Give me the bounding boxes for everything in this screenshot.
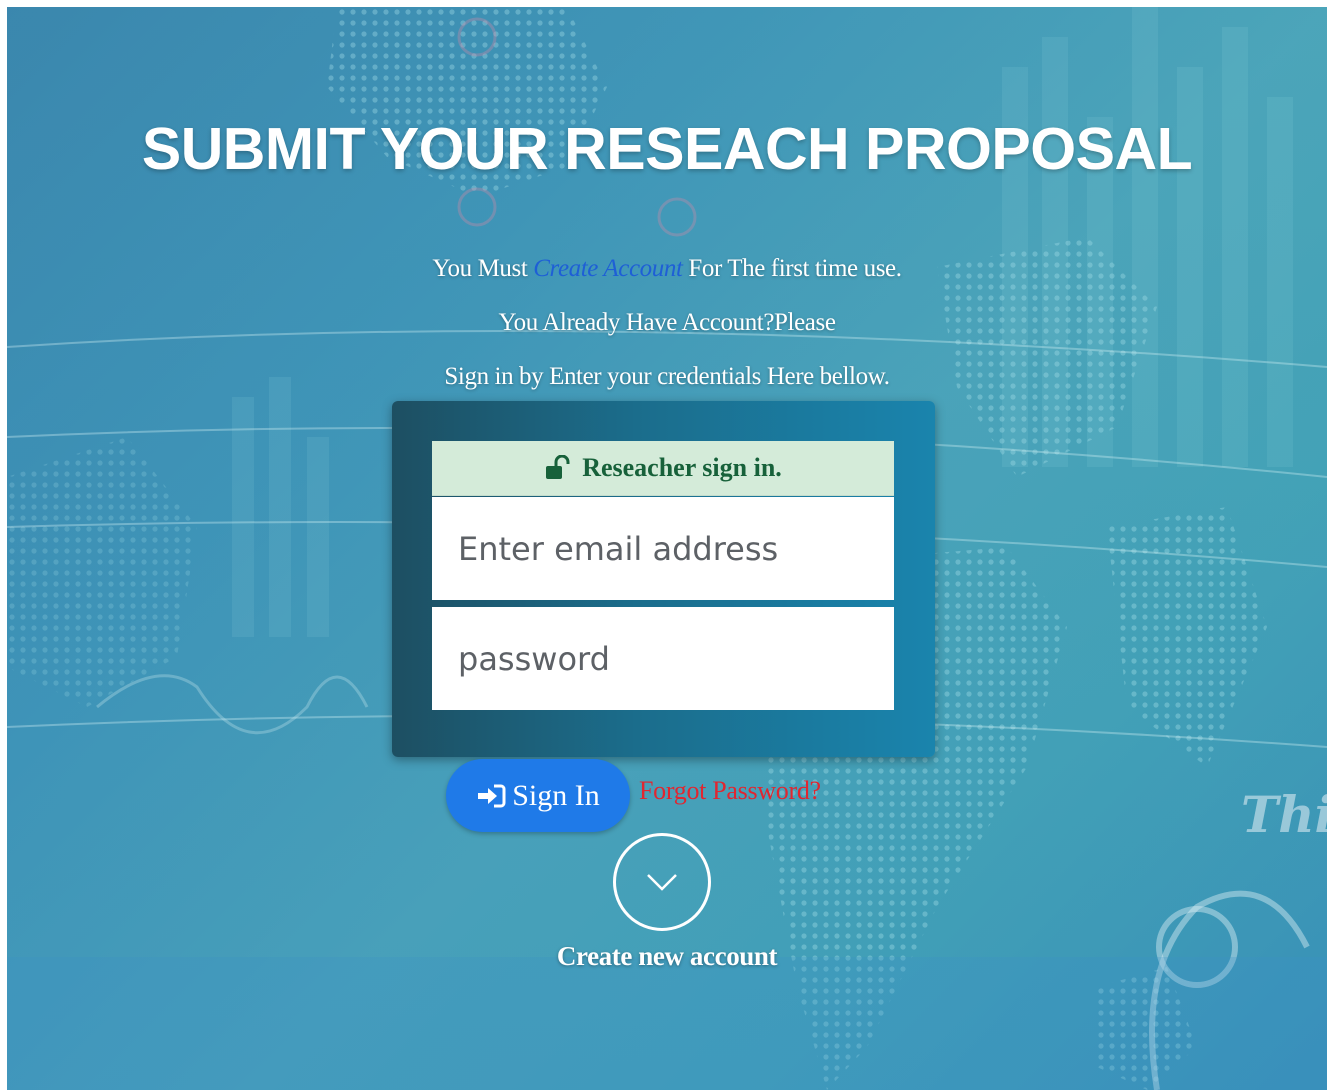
chevron-down-icon — [645, 872, 679, 892]
login-header-label: Reseacher sign in. — [582, 453, 782, 482]
page-title: SUBMIT YOUR RESEACH PROPOSAL — [141, 116, 1193, 182]
unlock-icon — [544, 455, 572, 481]
email-input[interactable] — [432, 497, 894, 600]
intro-line-1: You Must Create Account For The first ti… — [0, 255, 1334, 283]
create-account-link[interactable]: Create Account — [533, 255, 683, 282]
background-watermark-text: Thi — [1241, 785, 1327, 844]
create-account-toggle-button[interactable] — [613, 833, 711, 931]
create-new-account-link[interactable]: Create new account — [0, 941, 1334, 972]
intro-line-1-prefix: You Must — [432, 255, 534, 282]
intro-line-2: You Already Have Account?Please — [498, 309, 836, 336]
intro-line-1-suffix: For The first time use. — [682, 255, 902, 282]
intro-line-3: Sign in by Enter your credentials Here b… — [444, 363, 890, 390]
sign-in-button[interactable]: Sign In — [446, 759, 630, 832]
login-header: Reseacher sign in. — [432, 441, 894, 496]
sign-in-label: Sign In — [512, 778, 600, 812]
forgot-password-link[interactable]: Forgot Password? — [639, 776, 821, 806]
sign-in-icon — [476, 783, 506, 809]
password-input[interactable] — [432, 607, 894, 710]
